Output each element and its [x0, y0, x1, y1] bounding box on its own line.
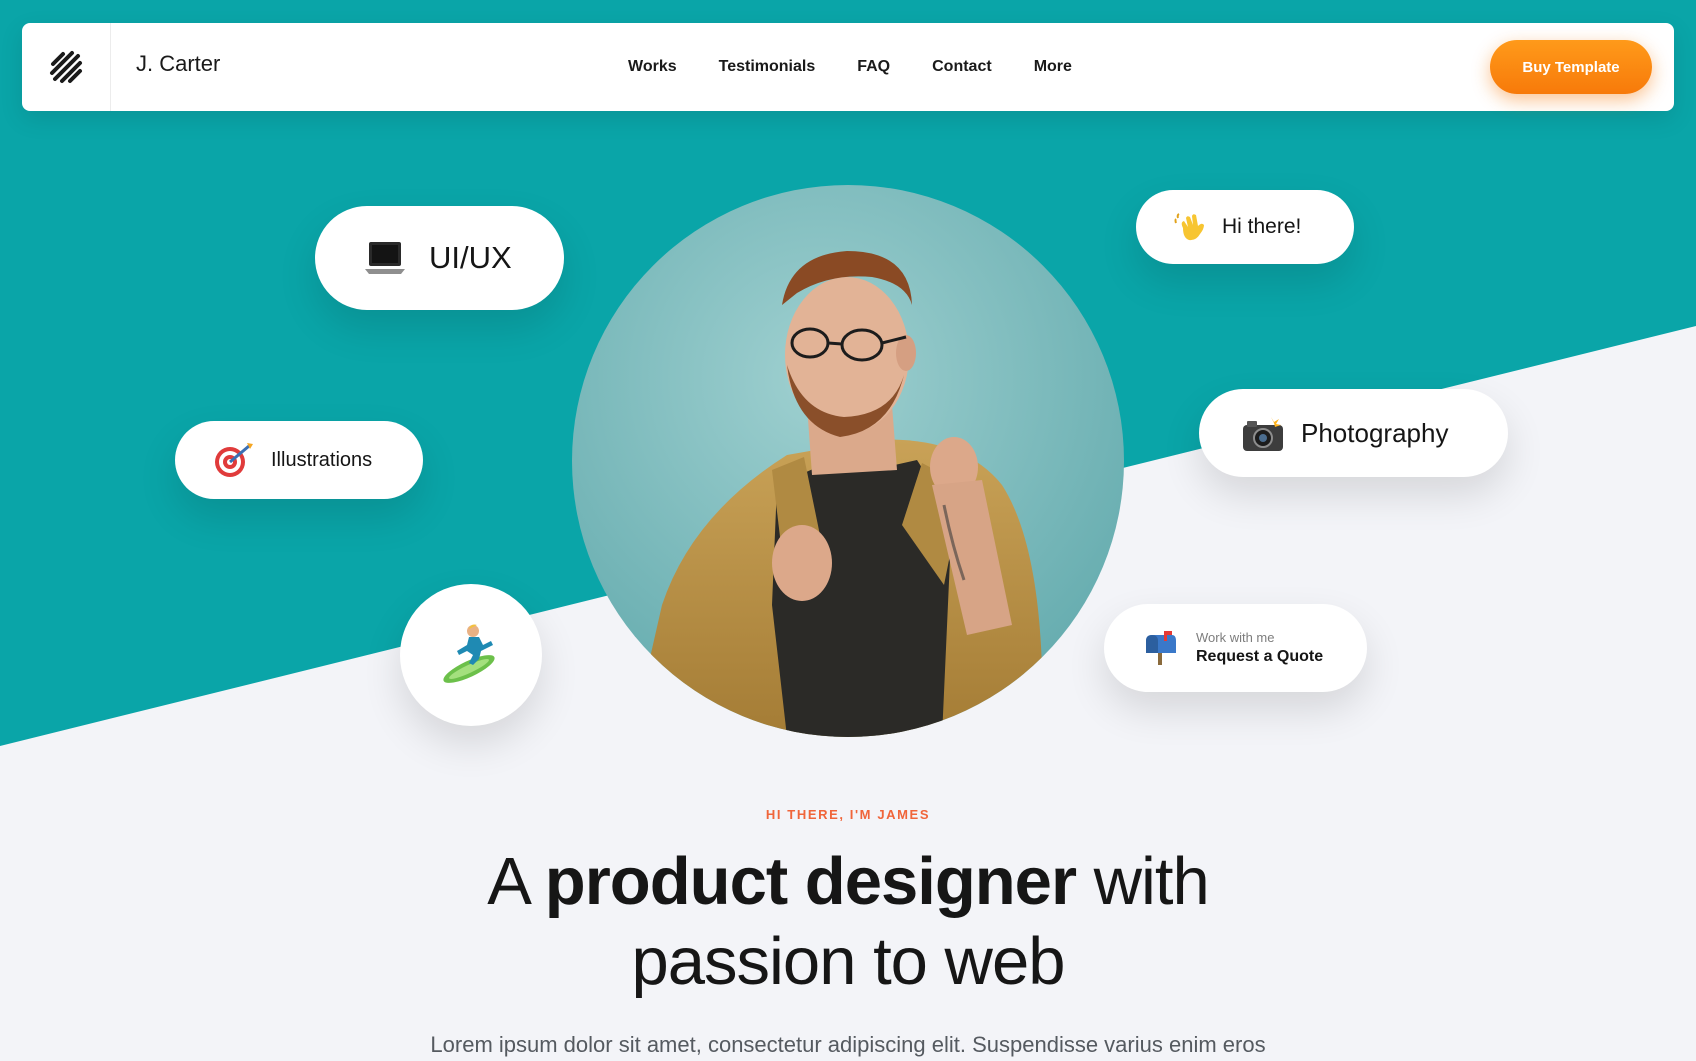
mailbox-icon [1142, 629, 1180, 667]
tag-photography-label: Photography [1301, 417, 1449, 448]
tag-uiux[interactable]: UI/UX [315, 206, 564, 310]
quote-title: Request a Quote [1196, 648, 1324, 665]
camera-flash-icon [1241, 413, 1285, 453]
quote-text: Work with me Request a Quote [1196, 630, 1323, 666]
brand-name[interactable]: J. Carter [136, 51, 220, 77]
hero-headline: A product designer with passion to web [0, 842, 1696, 1002]
laptop-icon [363, 236, 407, 280]
headline-part1: A [487, 844, 545, 919]
surfer-icon [439, 621, 503, 690]
tag-hi-there[interactable]: Hi there! [1136, 190, 1354, 264]
navbar: J. Carter Works Testimonials FAQ Contact… [22, 23, 1674, 111]
surfer-badge [400, 584, 542, 726]
nav-link-faq[interactable]: FAQ [857, 58, 890, 76]
tag-photography[interactable]: Photography [1199, 389, 1508, 477]
tag-uiux-label: UI/UX [429, 240, 512, 275]
nav-menu: Works Testimonials FAQ Contact More [628, 23, 1114, 111]
tag-illustrations-label: Illustrations [271, 448, 373, 471]
headline-line2: passion to web [631, 924, 1066, 999]
headline-part2: with [1076, 844, 1210, 919]
buy-template-button[interactable]: Buy Template [1490, 40, 1652, 94]
quote-subtitle: Work with me [1196, 630, 1275, 645]
tag-illustrations[interactable]: Illustrations [175, 421, 423, 499]
portrait-photo [572, 185, 1124, 737]
hero-eyebrow: HI THERE, I'M JAMES [765, 807, 931, 822]
nav-link-works[interactable]: Works [628, 58, 677, 76]
headline-bold: product designer [544, 844, 1077, 919]
nav-link-testimonials[interactable]: Testimonials [719, 58, 816, 76]
tag-hi-there-label: Hi there! [1222, 215, 1302, 238]
hero-lead: Lorem ipsum dolor sit amet, consectetur … [430, 1032, 1266, 1057]
request-quote-card[interactable]: Work with me Request a Quote [1104, 604, 1367, 692]
waving-hand-icon [1174, 210, 1208, 244]
nav-link-contact[interactable]: Contact [932, 58, 992, 76]
target-icon [213, 441, 255, 479]
logo-icon[interactable] [22, 23, 111, 111]
nav-link-more[interactable]: More [1034, 58, 1072, 76]
